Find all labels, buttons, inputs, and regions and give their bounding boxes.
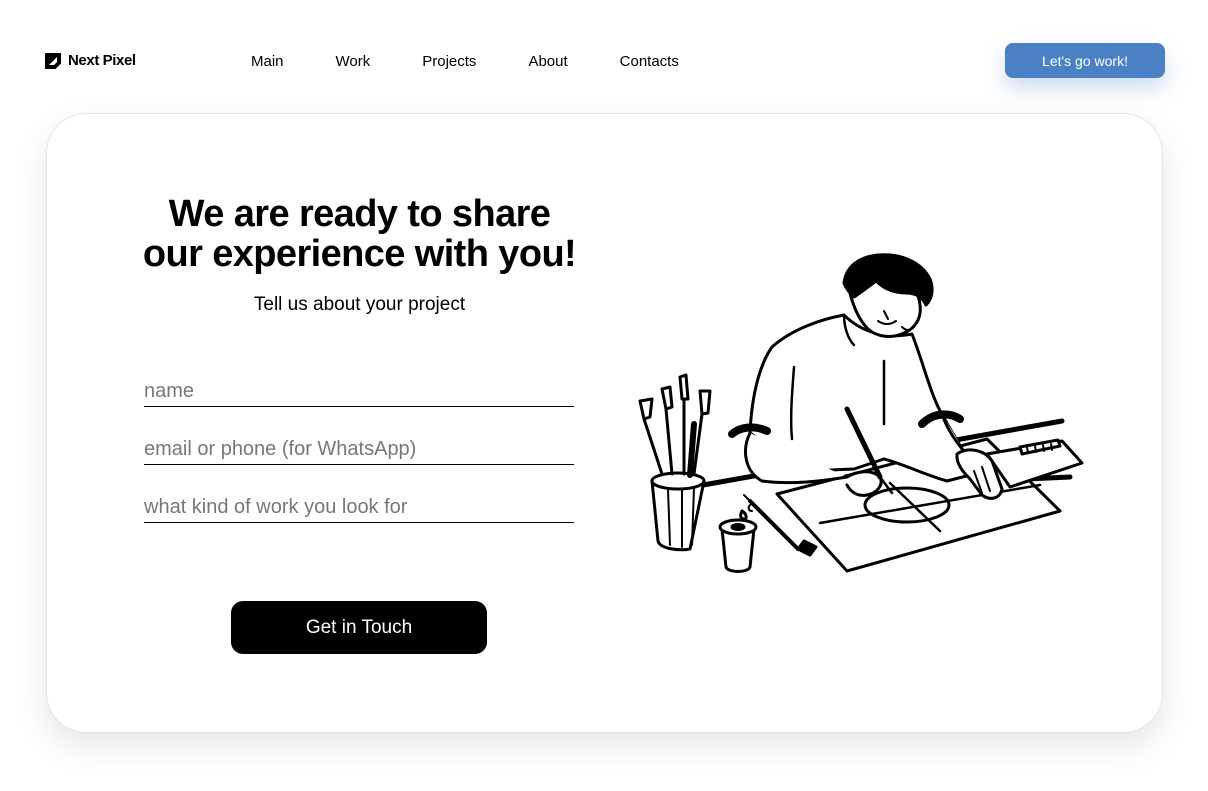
page-title: We are ready to share our experience wit…	[127, 194, 592, 274]
work-type-input[interactable]	[144, 493, 574, 523]
main-nav: Main Work Projects About Contacts	[251, 53, 679, 71]
name-input[interactable]	[144, 377, 574, 407]
get-in-touch-button[interactable]: Get in Touch	[231, 601, 487, 654]
logo[interactable]: Next Pixel	[45, 52, 136, 69]
subtitle: Tell us about your project	[253, 294, 466, 315]
lets-go-work-button[interactable]: Let's go work!	[1005, 43, 1165, 78]
artist-drawing-illustration	[638, 253, 1084, 573]
logo-icon	[45, 52, 61, 69]
logo-text: Next Pixel	[68, 52, 136, 69]
contact-input[interactable]	[144, 435, 574, 465]
contact-card: We are ready to share our experience wit…	[46, 113, 1163, 733]
nav-link-projects[interactable]: Projects	[422, 53, 476, 71]
nav-link-main[interactable]: Main	[251, 53, 284, 71]
headline-line-2: our experience with you!	[142, 233, 577, 275]
nav-link-about[interactable]: About	[528, 53, 567, 71]
site-header: Next Pixel Main Work Projects About Cont…	[0, 0, 1208, 110]
nav-link-work[interactable]: Work	[336, 53, 371, 71]
headline-line-1: We are ready to share	[168, 193, 551, 235]
nav-link-contacts[interactable]: Contacts	[620, 53, 679, 71]
